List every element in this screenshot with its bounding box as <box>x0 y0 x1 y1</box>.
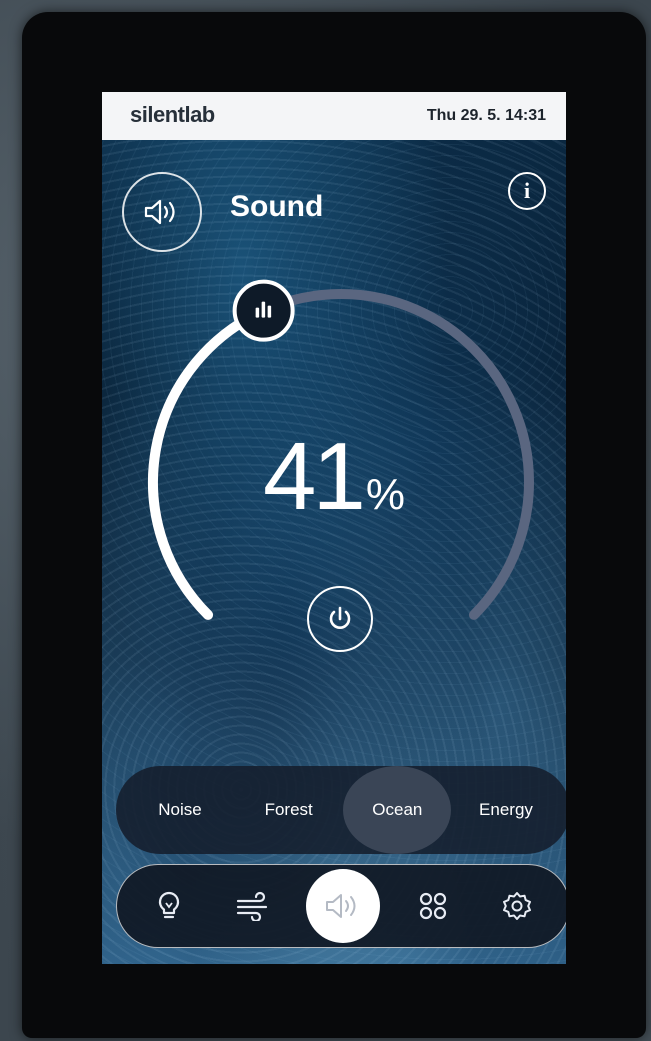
wind-icon <box>236 891 267 921</box>
power-icon <box>329 606 351 629</box>
volume-readout: 41% <box>102 422 566 532</box>
lightbulb-icon <box>158 891 180 919</box>
nav-settings[interactable] <box>485 874 549 938</box>
volume-value: 41 <box>263 423 366 530</box>
apps-grid-icon <box>419 892 446 920</box>
volume-unit: % <box>365 470 405 519</box>
mode-forest[interactable]: Forest <box>235 766 343 854</box>
screen: silentlab Thu 29. 5. 14:31 Sound i 41% N… <box>102 92 566 964</box>
mode-ocean[interactable]: Ocean <box>343 766 452 854</box>
page-title: Sound <box>230 190 324 223</box>
gear-icon <box>503 892 531 920</box>
status-bar: silentlab Thu 29. 5. 14:31 <box>102 92 566 140</box>
power-button[interactable] <box>307 586 373 652</box>
sound-mode-button[interactable] <box>122 172 202 252</box>
sound-mode-selector: Noise Forest Ocean Energy <box>116 766 566 854</box>
speaker-icon <box>326 894 356 918</box>
mode-energy[interactable]: Energy <box>452 766 560 854</box>
mode-noise[interactable]: Noise <box>126 766 234 854</box>
bottom-navigation <box>116 864 566 948</box>
nav-apps[interactable] <box>401 874 465 938</box>
speaker-icon <box>144 199 175 225</box>
nav-sound[interactable] <box>306 869 380 943</box>
datetime: Thu 29. 5. 14:31 <box>426 107 546 124</box>
nav-light[interactable] <box>137 874 201 938</box>
dial-handle[interactable] <box>232 279 295 342</box>
nav-air[interactable] <box>222 874 286 938</box>
info-button[interactable]: i <box>508 172 546 210</box>
brand-logo: silentlab <box>130 102 215 127</box>
